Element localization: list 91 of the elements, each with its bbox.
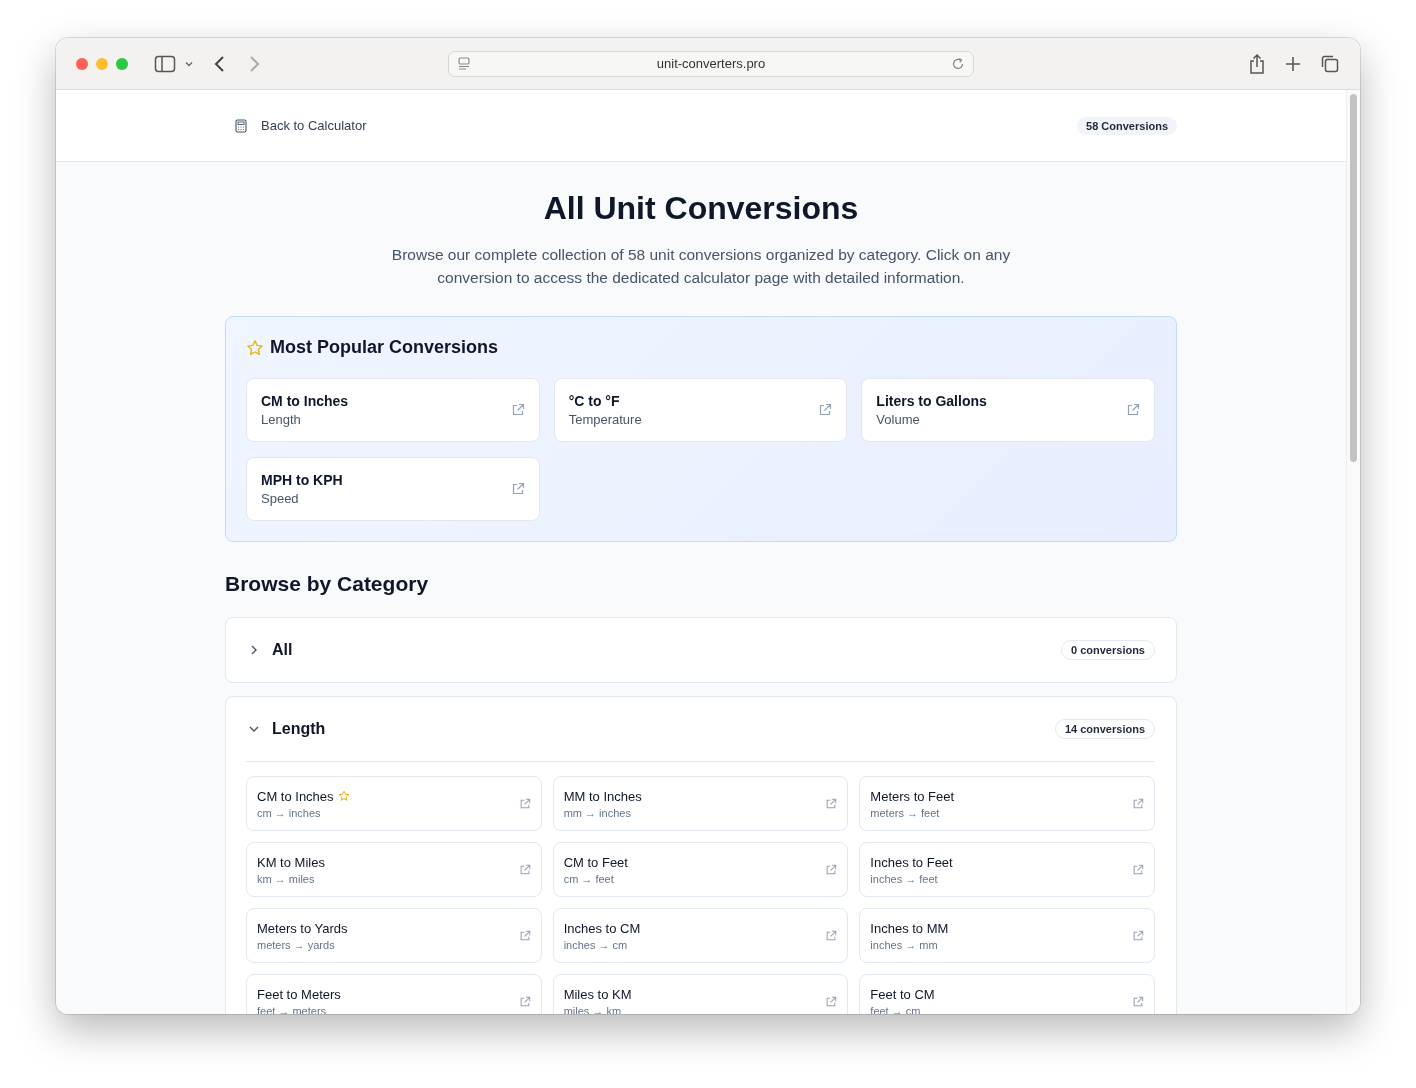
- conversion-name: Miles to KM: [563, 986, 632, 1002]
- reload-icon[interactable]: [951, 56, 965, 71]
- page-icon: [457, 56, 471, 71]
- category-header[interactable]: Length 14 conversions: [246, 697, 1155, 761]
- conversion-category: Speed: [261, 491, 300, 506]
- conversion-name: Meters to Feet: [870, 788, 955, 804]
- external-link-icon: [1132, 797, 1144, 810]
- conversion-units: miles → km: [563, 1004, 623, 1014]
- external-link-icon: [518, 797, 531, 810]
- conversion-name: CM to Inches: [261, 393, 349, 409]
- conversion-card[interactable]: CM to Inches Length: [246, 378, 540, 442]
- back-link[interactable]: Back to Calculator: [235, 118, 367, 133]
- conversion-card[interactable]: Feet to CM feet → cm: [859, 974, 1155, 1014]
- external-link-icon: [518, 995, 531, 1008]
- conversion-name: CM to Inches: [257, 788, 334, 804]
- external-link-icon: [518, 929, 531, 942]
- address-bar[interactable]: unit-converters.pro: [448, 50, 974, 77]
- category-header[interactable]: All 0 conversions: [246, 618, 1155, 682]
- conversion-card[interactable]: KM to Miles km → miles: [246, 842, 542, 897]
- sidebar-icon[interactable]: [154, 54, 176, 73]
- popular-heading: Most Popular Conversions: [270, 337, 499, 358]
- conversion-card[interactable]: Inches to MM inches → mm: [859, 908, 1155, 963]
- plus-icon[interactable]: [1284, 54, 1302, 73]
- conversion-units: feet → meters: [257, 1004, 328, 1014]
- external-link-icon: [825, 863, 838, 876]
- conversion-card[interactable]: Inches to CM inches → cm: [552, 908, 849, 963]
- conversion-units: cm → feet: [563, 872, 615, 885]
- external-link-icon: [510, 482, 525, 496]
- conversion-name: Feet to CM: [870, 986, 935, 1002]
- external-link-icon: [825, 995, 838, 1008]
- conversion-card[interactable]: Meters to Feet meters → feet: [859, 776, 1155, 831]
- conversion-card[interactable]: CM to Feet cm → feet: [552, 842, 849, 897]
- conversion-category: Volume: [876, 412, 921, 427]
- conversion-card[interactable]: Inches to Feet inches → feet: [859, 842, 1155, 897]
- external-link-icon: [825, 929, 838, 942]
- external-link-icon: [510, 403, 525, 417]
- close-button[interactable]: [76, 57, 88, 70]
- conversion-name: MM to Inches: [563, 788, 642, 804]
- page-title: All Unit Conversions: [542, 189, 860, 227]
- conversion-name: Liters to Gallons: [876, 393, 987, 409]
- conversion-name: MPH to KPH: [261, 472, 343, 488]
- conversion-name: Meters to Yards: [257, 920, 348, 936]
- conversion-name: CM to Feet: [563, 854, 628, 870]
- external-link-icon: [825, 797, 838, 810]
- external-link-icon: [1126, 403, 1140, 417]
- conversion-units: meters → feet: [870, 806, 941, 819]
- external-link-icon: [1132, 863, 1144, 876]
- conversion-category: Temperature: [568, 412, 642, 427]
- category-name: All: [272, 641, 294, 659]
- conversion-units: inches → feet: [870, 872, 939, 885]
- url-text: unit-converters.pro: [656, 56, 766, 71]
- scrollbar-thumb[interactable]: [1350, 94, 1357, 462]
- conversion-name: °C to °F: [568, 393, 621, 409]
- conversion-card[interactable]: Liters to Gallons Volume: [861, 378, 1155, 442]
- section-heading: Browse by Category: [225, 572, 430, 596]
- calculator-icon: [235, 118, 247, 133]
- conversion-card[interactable]: CM to Inches cm → inches: [246, 776, 542, 831]
- conversion-card[interactable]: °C to °F Temperature: [553, 378, 848, 442]
- conversion-category: Length: [261, 412, 302, 427]
- conversion-card[interactable]: MM to Inches mm → inches: [552, 776, 849, 831]
- back-icon[interactable]: [214, 54, 226, 73]
- forward-icon[interactable]: [248, 54, 260, 73]
- conversion-card[interactable]: Miles to KM miles → km: [552, 974, 849, 1014]
- conversion-name: Inches to MM: [870, 920, 949, 936]
- tabs-icon[interactable]: [1320, 53, 1340, 74]
- conversion-name: Inches to Feet: [870, 854, 953, 870]
- share-icon[interactable]: [1248, 52, 1266, 75]
- external-link-icon: [1132, 995, 1144, 1008]
- conversion-units: meters → yards: [257, 938, 336, 951]
- conversion-card[interactable]: Meters to Yards meters → yards: [246, 908, 542, 963]
- page-description: Browse our complete collection of 58 unit conversions organized by category. Click on any conversion to access the dedicated calculator page with detailed information.: [390, 245, 1012, 288]
- conversion-units: km → miles: [257, 872, 316, 885]
- conversion-card[interactable]: MPH to KPH Speed: [246, 457, 540, 521]
- category-count-badge: 14 conversions: [1054, 719, 1155, 739]
- conversion-name: Inches to CM: [563, 920, 641, 936]
- category-name: Length: [272, 720, 327, 738]
- external-link-icon: [1132, 929, 1144, 942]
- conversion-units: inches → mm: [870, 938, 939, 951]
- star-icon: [246, 338, 264, 357]
- external-link-icon: [518, 863, 531, 876]
- external-link-icon: [818, 403, 833, 417]
- conversion-name: KM to Miles: [257, 854, 325, 870]
- conversion-name: Feet to Meters: [257, 986, 341, 1002]
- conversion-units: feet → cm: [870, 1004, 922, 1014]
- conversion-units: inches → cm: [563, 938, 629, 951]
- category-count-badge: 0 conversions: [1061, 640, 1155, 660]
- conversions-count-badge: 58 Conversions: [1077, 116, 1177, 135]
- conversion-units: mm → inches: [563, 806, 632, 819]
- conversion-card[interactable]: Feet to Meters feet → meters: [246, 974, 542, 1014]
- caret-icon[interactable]: [184, 59, 194, 68]
- conversion-units: cm → inches: [257, 806, 322, 819]
